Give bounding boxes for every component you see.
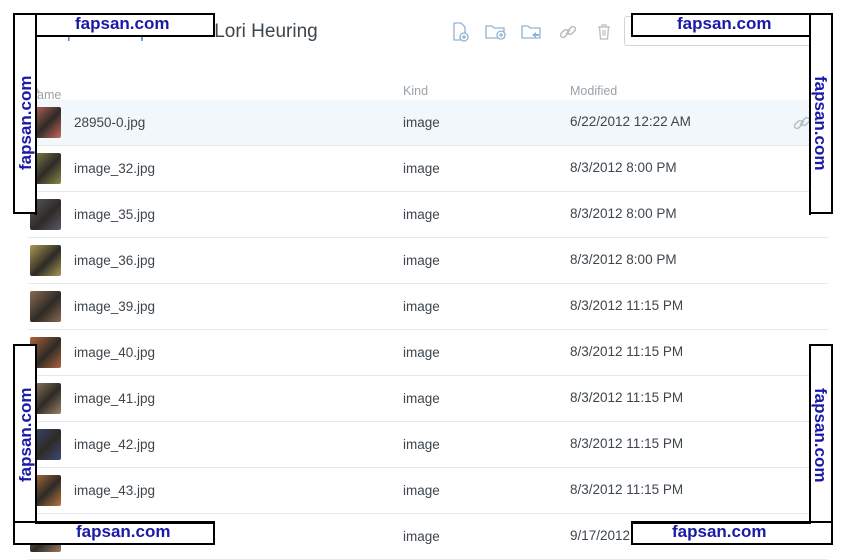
file-modified: 9/17/2012 bbox=[570, 528, 631, 543]
page-title: Lori Heuring bbox=[214, 21, 318, 42]
file-kind: image bbox=[403, 253, 440, 268]
column-kind-header[interactable]: Kind bbox=[403, 84, 428, 98]
watermark-frame bbox=[35, 344, 215, 524]
file-row[interactable]: image_39.jpg image 8/3/2012 11:15 PM bbox=[28, 284, 828, 330]
watermark-bottom-left: fapsan.com bbox=[76, 522, 171, 541]
file-kind: image bbox=[403, 529, 440, 544]
new-file-icon bbox=[453, 22, 469, 42]
link-icon bbox=[559, 25, 577, 39]
file-kind: image bbox=[403, 207, 440, 222]
delete-button[interactable] bbox=[592, 20, 616, 44]
image-thumbnail bbox=[30, 245, 61, 276]
file-kind: image bbox=[403, 483, 440, 498]
file-name[interactable]: image_36.jpg bbox=[74, 253, 155, 268]
file-kind: image bbox=[403, 161, 440, 176]
toolbar bbox=[448, 20, 616, 44]
watermark-frame bbox=[35, 35, 215, 215]
file-kind: image bbox=[403, 391, 440, 406]
image-thumbnail bbox=[30, 291, 61, 322]
file-kind: image bbox=[403, 299, 440, 314]
shared-folder-icon bbox=[521, 25, 541, 39]
file-kind: image bbox=[403, 345, 440, 360]
watermark-left-upper: fapsan.com bbox=[16, 75, 35, 170]
new-folder-icon bbox=[485, 25, 506, 40]
watermark-right-upper: fapsan.com bbox=[811, 76, 830, 171]
file-kind: image bbox=[403, 115, 440, 130]
file-modified: 8/3/2012 11:15 PM bbox=[570, 298, 684, 313]
watermark-top-left: fapsan.com bbox=[75, 14, 170, 33]
column-modified-header[interactable]: Modified bbox=[570, 84, 617, 98]
trash-icon bbox=[598, 24, 610, 40]
file-name[interactable]: image_39.jpg bbox=[74, 299, 155, 314]
watermark-left-lower: fapsan.com bbox=[16, 387, 35, 482]
watermark-frame bbox=[631, 344, 811, 524]
watermark-frame bbox=[631, 35, 811, 215]
file-kind: image bbox=[403, 437, 440, 452]
file-row[interactable]: image_36.jpg image 8/3/2012 8:00 PM bbox=[28, 238, 828, 284]
new-folder-button[interactable] bbox=[484, 20, 508, 44]
watermark-bottom-right: fapsan.com bbox=[672, 522, 767, 541]
watermark-right-lower: fapsan.com bbox=[811, 388, 830, 483]
link-button[interactable] bbox=[556, 20, 580, 44]
file-modified: 8/3/2012 8:00 PM bbox=[570, 252, 677, 267]
watermark-top-right: fapsan.com bbox=[677, 14, 772, 33]
share-folder-button[interactable] bbox=[520, 20, 544, 44]
new-file-button[interactable] bbox=[448, 20, 472, 44]
